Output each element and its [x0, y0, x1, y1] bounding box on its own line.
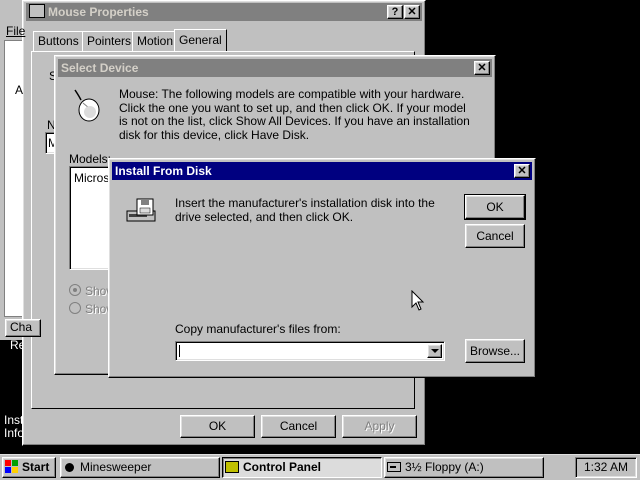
change-button-label: Cha: [10, 320, 33, 334]
install-cancel-label: Cancel: [476, 229, 514, 243]
select-device-close-button[interactable]: ✕: [474, 61, 490, 75]
mouse-properties-cancel-button[interactable]: Cancel: [261, 415, 336, 438]
dropdown-arrow-button[interactable]: [427, 344, 442, 358]
floppy-icon: [387, 462, 401, 472]
taskbar-minesweeper-label: Minesweeper: [80, 460, 152, 474]
menu-file-fragment[interactable]: File: [6, 24, 25, 38]
taskbar-minesweeper[interactable]: Minesweeper: [60, 457, 220, 478]
install-from-disk-close-button[interactable]: ✕: [514, 164, 530, 178]
browse-button[interactable]: Browse...: [465, 339, 525, 363]
menu-file-label: File: [6, 24, 26, 38]
copy-files-label: Copy manufacturer's files from:: [175, 322, 341, 336]
control-panel-icon: [225, 461, 239, 473]
mouse-properties-icon: [29, 4, 45, 18]
start-label: Start: [22, 460, 50, 474]
radio-icon: [69, 284, 81, 296]
system-tray: 1:32 AM: [575, 457, 637, 478]
models-label: Models:: [69, 152, 112, 166]
install-from-disk-titlebar: Install From Disk ✕: [112, 162, 532, 180]
windows-logo-icon: [5, 460, 19, 474]
desktop-text-info: Info: [4, 426, 25, 440]
chevron-down-icon: [431, 349, 439, 353]
left-fragment-a: A: [15, 83, 24, 97]
change-button-fragment[interactable]: Cha: [5, 319, 41, 337]
radio-icon: [69, 302, 81, 314]
install-ok-label: OK: [486, 200, 504, 214]
clock[interactable]: 1:32 AM: [584, 460, 628, 474]
select-device-title: Select Device: [61, 61, 139, 75]
desktop-text-inst: Inst: [4, 413, 24, 427]
install-cancel-button[interactable]: Cancel: [465, 224, 525, 248]
mouse-properties-ok-label: OK: [208, 419, 227, 433]
install-from-disk-title: Install From Disk: [115, 164, 212, 178]
select-device-description: Mouse: The following models are compatib…: [119, 87, 470, 142]
mouse-icon: [69, 86, 103, 122]
tab-general[interactable]: General: [174, 29, 227, 52]
floppy-drive-icon: [125, 197, 159, 227]
help-button[interactable]: ?: [387, 5, 403, 19]
text-cursor: [179, 345, 180, 357]
copy-files-combobox[interactable]: [175, 341, 445, 361]
install-ok-button[interactable]: OK: [464, 194, 526, 220]
select-device-titlebar: Select Device ✕: [58, 59, 492, 77]
mouse-properties-cancel-label: Cancel: [279, 419, 318, 433]
mouse-properties-ok-button[interactable]: OK: [180, 415, 255, 438]
install-message: Insert the manufacturer's installation d…: [175, 196, 435, 224]
mouse-properties-title: Mouse Properties: [48, 5, 149, 19]
install-from-disk-dialog: Install From Disk ✕ Insert the manufactu…: [108, 158, 536, 378]
mouse-properties-apply-label: Apply: [364, 419, 395, 433]
taskbar-control-panel[interactable]: Control Panel: [222, 457, 382, 478]
taskbar-floppy[interactable]: 3½ Floppy (A:): [384, 457, 544, 478]
mouse-properties-apply-button: Apply: [342, 415, 417, 438]
taskbar-floppy-label: 3½ Floppy (A:): [405, 460, 484, 474]
tab-motion[interactable]: Motion: [132, 31, 179, 52]
close-button[interactable]: ✕: [404, 5, 420, 19]
tab-buttons[interactable]: Buttons: [33, 31, 84, 52]
taskbar-control-panel-label: Control Panel: [243, 460, 322, 474]
start-button[interactable]: Start: [2, 457, 56, 478]
tab-pointers[interactable]: Pointers: [82, 31, 137, 52]
minesweeper-icon: [63, 461, 76, 474]
browse-label: Browse...: [469, 344, 520, 358]
mouse-pointer-icon: [411, 289, 425, 312]
mouse-properties-titlebar: Mouse Properties ? ✕: [26, 3, 422, 21]
